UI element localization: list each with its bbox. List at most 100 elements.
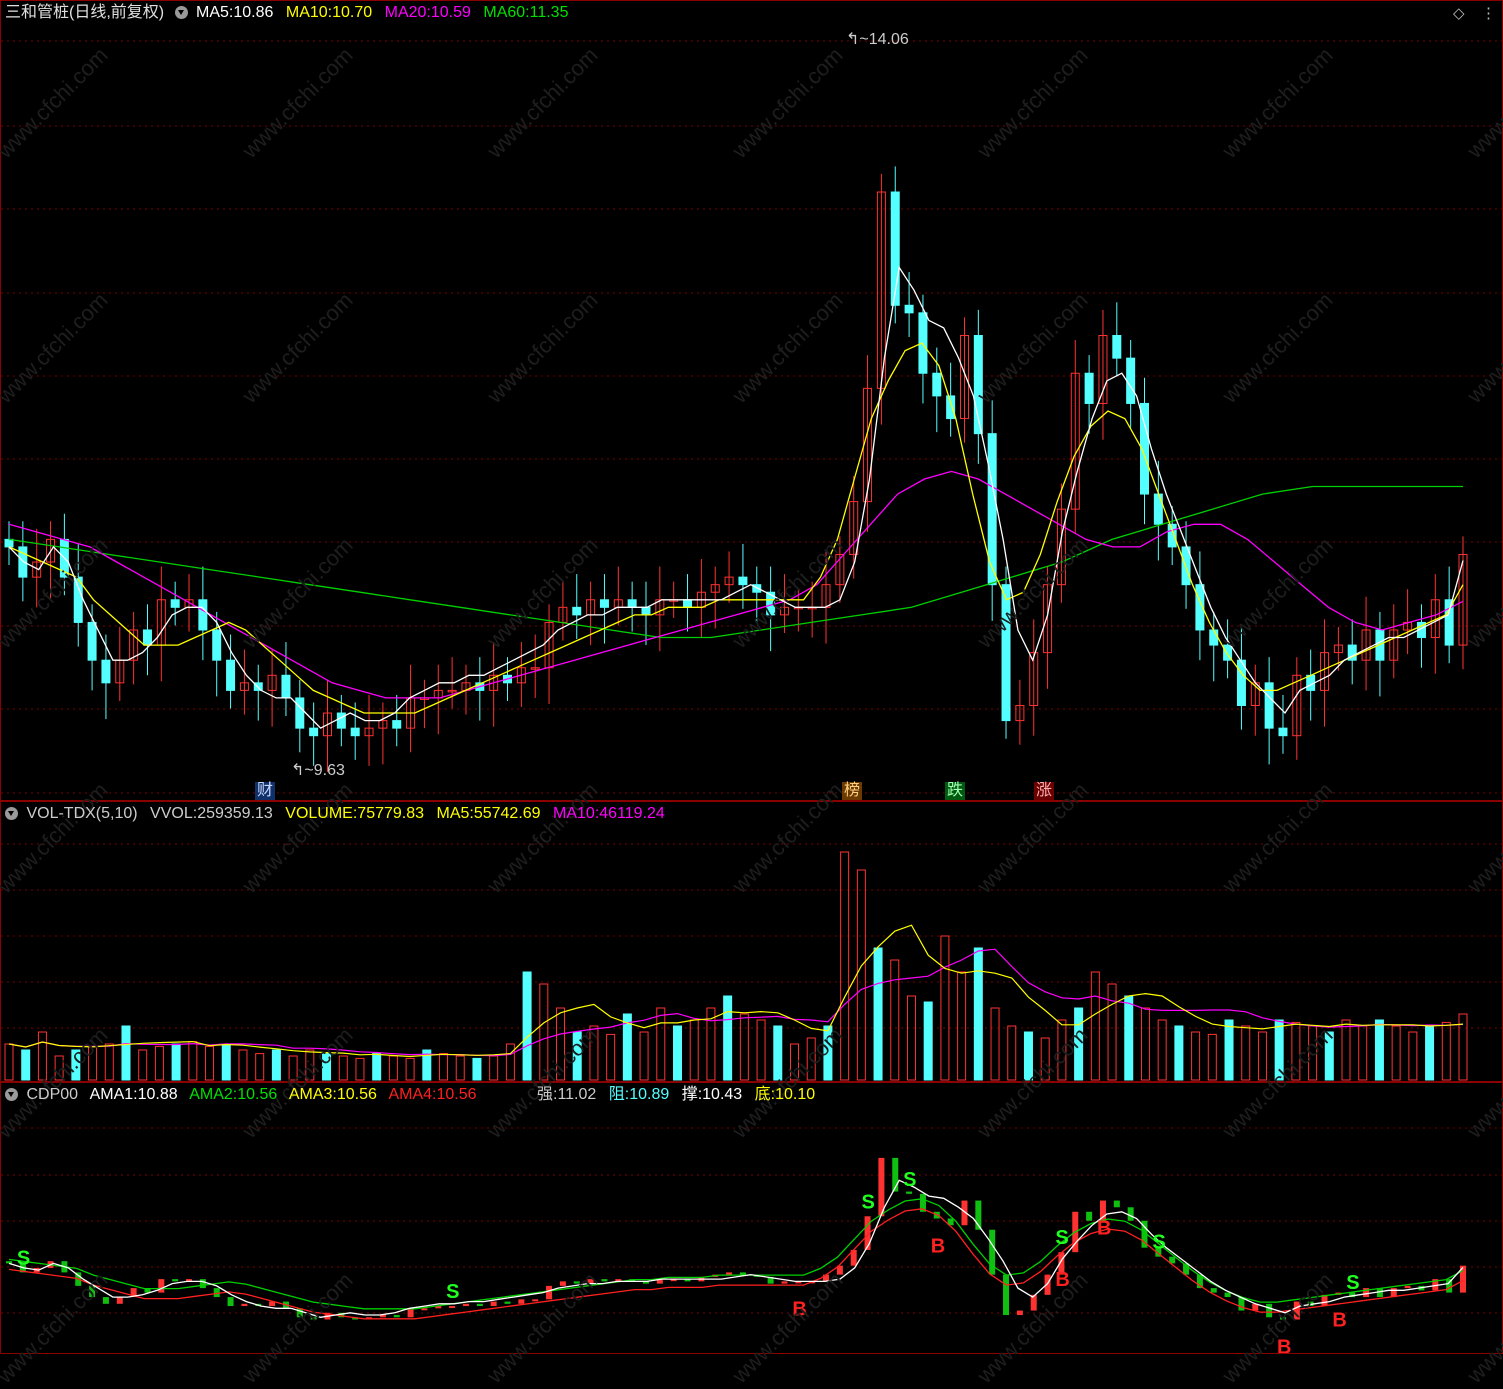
- volume-bar: [439, 1053, 449, 1081]
- event-tag-limit-down[interactable]: 跌: [945, 782, 966, 800]
- cdp-bar: [407, 1308, 414, 1318]
- price-header: 三和管桩(日线,前复权) MA5:10.86 MA10:10.70 MA20:1…: [5, 3, 576, 23]
- volume-bar: [940, 935, 950, 1081]
- cdp-panel[interactable]: CDP00 AMA1:10.88 AMA2:10.56 AMA3:10.56 A…: [0, 1082, 1503, 1354]
- volume-bar: [1090, 971, 1100, 1081]
- indicator-dropdown-icon[interactable]: [5, 807, 18, 820]
- volume-bar: [906, 995, 916, 1081]
- volume-bar: [1291, 1021, 1301, 1081]
- stock-title[interactable]: 三和管桩(日线,前复权): [5, 4, 164, 21]
- cdp-bar: [1279, 1317, 1286, 1320]
- volume-bar: [221, 1043, 231, 1081]
- ma20-legend: MA20:10.59: [385, 4, 471, 21]
- volume-bar: [840, 851, 850, 1081]
- vol-ma5-line: [8, 924, 1464, 1058]
- cdp-bar: [1016, 1310, 1023, 1316]
- cdp-indicator-name[interactable]: CDP00: [26, 1086, 78, 1103]
- high-price-value: 14.06: [868, 31, 909, 48]
- volume-bar: [171, 1043, 181, 1081]
- vvol-value: 259359.13: [197, 805, 273, 822]
- candle-body: [1153, 493, 1163, 525]
- price-chart[interactable]: [1, 1, 1503, 801]
- ma5-label: MA5:: [196, 4, 234, 21]
- volume-panel[interactable]: VOL-TDX(5,10) VVOL:259359.13 VOLUME:7577…: [0, 801, 1503, 1082]
- volume-indicator-name[interactable]: VOL-TDX(5,10): [26, 805, 137, 822]
- cdp-bar: [227, 1297, 234, 1307]
- candle-body: [1264, 682, 1274, 729]
- event-tag-list[interactable]: 榜: [842, 782, 863, 800]
- candle-body: [226, 659, 236, 691]
- candle-body: [599, 599, 609, 608]
- volume-bar: [1124, 995, 1134, 1081]
- resist-legend: 阻:10.89: [609, 1086, 670, 1103]
- volume-bar: [1174, 1025, 1184, 1081]
- cdp-bar: [199, 1279, 206, 1289]
- indicator-dropdown-icon[interactable]: [174, 6, 188, 19]
- ama4-value: 10.56: [436, 1086, 477, 1103]
- strong-legend: 强:11.02: [537, 1086, 596, 1103]
- cdp-bar: [158, 1279, 165, 1293]
- ama1-value: 10.88: [137, 1086, 178, 1103]
- candle-body: [309, 727, 319, 737]
- diamond-icon[interactable]: ◇: [1453, 4, 1465, 22]
- vvol-label: VVOL:: [150, 805, 198, 822]
- ama1-label: AMA1:: [89, 1086, 138, 1103]
- volume-bar: [656, 1007, 666, 1081]
- vol-ma5-value: 55742.69: [473, 805, 541, 822]
- cdp-bar: [559, 1281, 566, 1286]
- volume-bar: [522, 971, 532, 1081]
- volume-bar: [589, 1025, 599, 1081]
- volume-bar: [823, 1025, 833, 1081]
- volume-bar: [472, 1057, 482, 1081]
- buy-signal: B: [931, 1236, 945, 1258]
- indicator-dropdown-icon[interactable]: [5, 1088, 18, 1101]
- volume-bar: [37, 1031, 47, 1081]
- event-tag-limit-up[interactable]: 涨: [1034, 782, 1055, 800]
- support-value: 10.43: [702, 1086, 743, 1103]
- volume-bar: [338, 1055, 348, 1081]
- cdp-bar: [726, 1272, 733, 1275]
- ama2-legend: AMA2:10.56: [189, 1086, 277, 1103]
- volume-bar: [1257, 1031, 1267, 1081]
- ma60-value: 11.35: [529, 4, 569, 21]
- cdp-header: CDP00 AMA1:10.88 AMA2:10.56 AMA3:10.56 A…: [5, 1085, 823, 1105]
- cdp-bar: [116, 1297, 123, 1304]
- ama1-legend: AMA1:10.88: [90, 1086, 178, 1103]
- volume-bar: [4, 1043, 14, 1081]
- ma10-value: 10.70: [332, 4, 373, 21]
- cdp-bar: [781, 1281, 788, 1284]
- volume-bar: [1391, 1025, 1401, 1081]
- candle-body: [946, 395, 956, 420]
- ma20-label: MA20:: [384, 4, 431, 21]
- volume-bar: [21, 1049, 31, 1081]
- volume-bar: [1308, 1025, 1318, 1081]
- volume-chart[interactable]: [1, 802, 1503, 1082]
- volume-bar: [54, 1055, 64, 1081]
- event-tag-finance[interactable]: 财: [255, 782, 276, 800]
- ama1-line: [8, 1179, 1464, 1318]
- ma5-line: [8, 265, 1464, 729]
- candle-body: [1112, 334, 1122, 359]
- price-panel[interactable]: 三和管桩(日线,前复权) MA5:10.86 MA10:10.70 MA20:1…: [0, 0, 1503, 801]
- volume-bar: [957, 971, 967, 1081]
- ma5-legend: MA5:10.86: [196, 4, 273, 21]
- cdp-bar: [490, 1301, 497, 1307]
- volume-bar: [71, 1049, 81, 1081]
- more-icon[interactable]: ⋮: [1481, 4, 1496, 22]
- ama3-legend: AMA3:10.56: [289, 1086, 377, 1103]
- bottom-legend: 底:10.10: [755, 1086, 816, 1103]
- volume-bar: [1441, 1021, 1451, 1081]
- sell-signal: S: [903, 1169, 916, 1191]
- cdp-bar: [393, 1315, 400, 1318]
- cdp-bar: [102, 1297, 109, 1304]
- volume-bar: [288, 1055, 298, 1081]
- ma10-legend: MA10:10.70: [286, 4, 372, 21]
- volume-bar: [238, 1049, 248, 1081]
- volume-bar: [572, 1031, 582, 1081]
- volume-bar: [973, 947, 983, 1081]
- high-price-marker: ↰~14.06: [846, 31, 909, 48]
- support-legend: 撑:10.43: [682, 1086, 743, 1103]
- cdp-chart[interactable]: SSSSS SSBBBBBB: [1, 1083, 1503, 1354]
- cdp-bar: [601, 1279, 608, 1282]
- volume-bar: [789, 1043, 799, 1081]
